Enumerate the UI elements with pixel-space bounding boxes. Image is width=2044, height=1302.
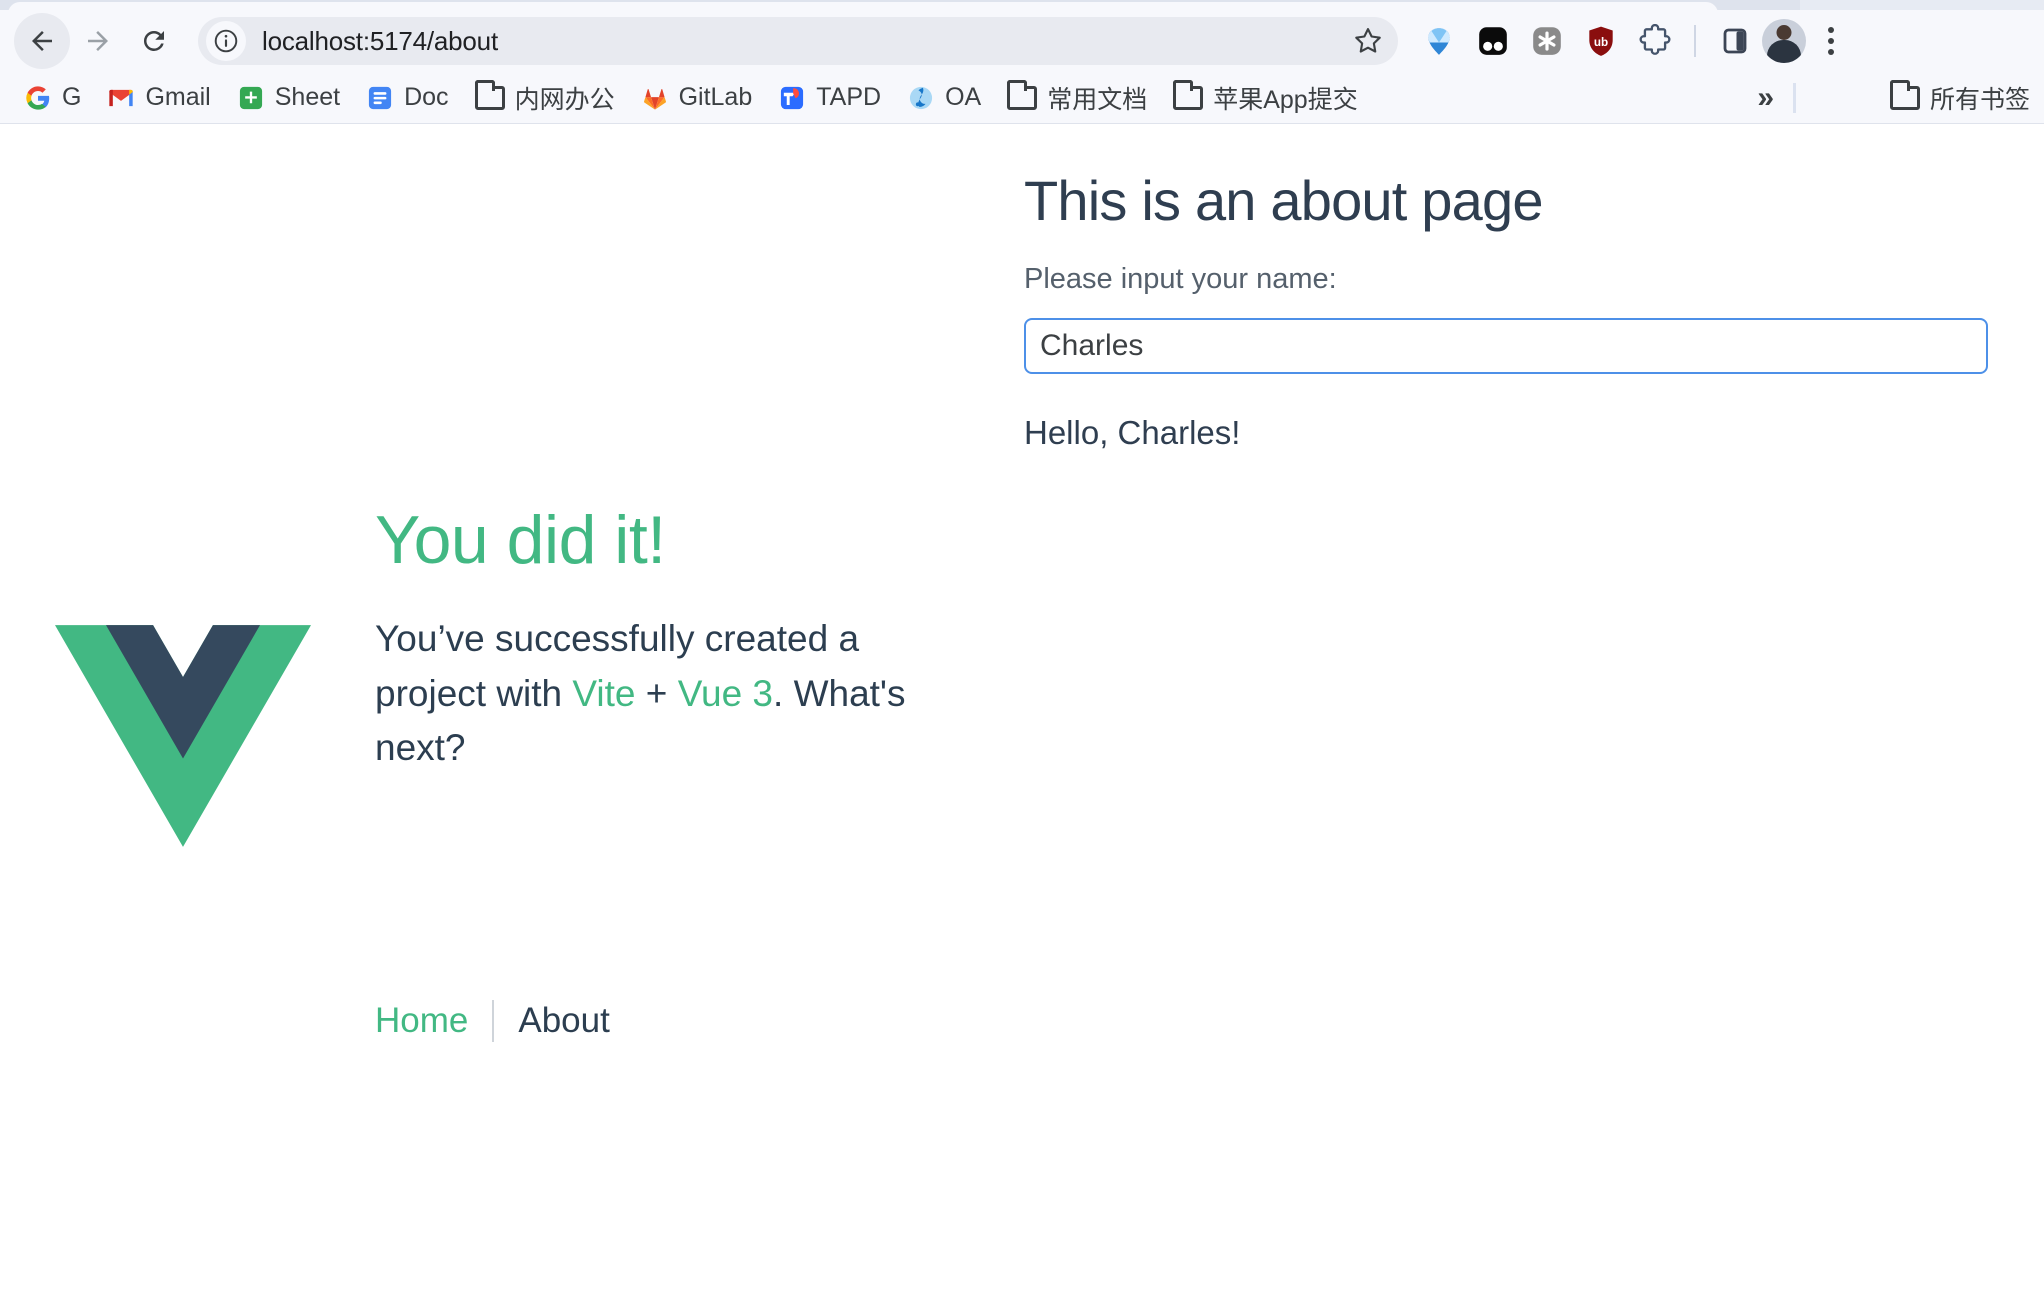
nav-link-home[interactable]: Home	[375, 1001, 492, 1041]
bookmark-label: TAPD	[816, 83, 882, 111]
bookmark-label: Doc	[404, 83, 449, 111]
bookmark-label: G	[62, 83, 82, 111]
bookmark-label: 常用文档	[1047, 85, 1148, 114]
two-dots-icon	[1479, 27, 1507, 55]
avatar-body	[1767, 40, 1801, 63]
bookmark-label: Gmail	[145, 83, 211, 111]
bookmark-label: Sheet	[274, 83, 341, 111]
bookmark-label: 内网办公	[514, 85, 615, 114]
kebab-dot	[1828, 49, 1834, 55]
bookmark-item-apple-app-submit-folder[interactable]: 苹果App提交	[1163, 74, 1367, 122]
vue3-link[interactable]: Vue 3	[678, 673, 773, 714]
site-info-button[interactable]	[206, 21, 246, 61]
vue-logo	[55, 625, 311, 847]
back-arrow-icon	[32, 31, 52, 51]
ublock-origin-shield-icon[interactable]: ub	[1574, 14, 1628, 68]
avatar-head	[1776, 25, 1792, 40]
about-column: This is an about page Please input your …	[1024, 125, 2044, 1302]
bookmark-item-oa[interactable]: OA	[897, 77, 991, 118]
site-nav: Home About	[375, 1000, 634, 1042]
name-field-label: Please input your name:	[1024, 262, 1337, 295]
bookmark-button[interactable]	[1344, 17, 1392, 65]
folder-icon	[1889, 79, 1920, 110]
bookmark-item-google[interactable]: G	[14, 77, 91, 118]
bookmark-item-doc[interactable]: Doc	[356, 77, 458, 118]
bookmark-item-gmail[interactable]: Gmail	[97, 77, 220, 118]
folder-icon	[1007, 79, 1038, 110]
greeting-text: Hello, Charles!	[1024, 413, 1241, 451]
tapd-icon	[781, 86, 804, 109]
nav-link-about[interactable]: About	[494, 1001, 633, 1041]
hero-heading: You did it!	[375, 502, 666, 578]
page-title: This is an about page	[1024, 169, 1543, 232]
kebab-dot	[1828, 38, 1834, 44]
blue-gem-icon	[1428, 28, 1450, 55]
puzzle-piece-icon	[1639, 24, 1671, 55]
bookmark-label: 苹果App提交	[1213, 85, 1358, 114]
all-bookmarks-label: 所有书签	[1929, 85, 2030, 114]
extensions-area: ub	[1412, 14, 1856, 68]
bookmarks-divider	[1793, 82, 1796, 113]
site-information-icon	[214, 29, 238, 53]
address-bar-url[interactable]: localhost:5174/about	[246, 26, 1344, 57]
hero-paragraph: You’ve successfully created a project wi…	[375, 612, 935, 775]
kebab-dot	[1828, 27, 1834, 33]
bookmark-item-sheet[interactable]: Sheet	[227, 77, 350, 118]
tab-strip	[0, 0, 2044, 10]
page-content: You did it! You’ve successfully created …	[0, 125, 2044, 1302]
bookmark-label: GitLab	[678, 83, 753, 111]
plus-sign: +	[635, 672, 678, 714]
bookmarks-bar: G Gmail Sheet Doc 内网办公 GitLab TAPD OA 常用…	[0, 72, 2044, 124]
black-rounded-square-extension-icon[interactable]	[1466, 14, 1520, 68]
toolbar-divider	[1694, 25, 1696, 57]
side-panel-glyph	[1723, 28, 1747, 54]
bookmarks-overflow-button[interactable]: »	[1757, 81, 1774, 115]
oa-icon	[909, 86, 933, 109]
bookmark-label: OA	[945, 83, 982, 111]
chrome-menu-button[interactable]	[1806, 14, 1856, 68]
extensions-puzzle-icon[interactable]	[1628, 14, 1682, 68]
asterisk-icon	[1533, 27, 1561, 55]
shield-icon: ub	[1589, 26, 1613, 56]
blue-gem-extension-icon[interactable]	[1412, 14, 1466, 68]
bookmark-item-intranet-folder[interactable]: 内网办公	[465, 74, 625, 122]
google-sheets-icon	[239, 86, 262, 109]
new-tab-button[interactable]	[1730, 4, 1790, 10]
bookmark-item-gitlab[interactable]: GitLab	[631, 77, 763, 118]
bookmark-item-tapd[interactable]: TAPD	[768, 77, 891, 118]
svg-text:ub: ub	[1594, 36, 1608, 49]
address-bar[interactable]: localhost:5174/about	[198, 17, 1398, 65]
side-panel-icon[interactable]	[1708, 14, 1762, 68]
gitlab-icon	[643, 88, 666, 110]
bookmark-item-common-docs-folder[interactable]: 常用文档	[997, 74, 1157, 122]
browser-window: localhost:5174/about ub G Gmail Sheet Do…	[0, 0, 2044, 1302]
vite-link[interactable]: Vite	[572, 673, 635, 714]
hero-text: You did it! You’ve successfully created …	[375, 502, 935, 776]
browser-tab[interactable]	[8, 2, 1718, 10]
name-input[interactable]	[1024, 317, 1988, 374]
folder-icon	[474, 79, 505, 110]
gmail-icon	[109, 89, 134, 106]
forward-button[interactable]	[70, 13, 126, 69]
back-button[interactable]	[14, 13, 70, 69]
reload-icon	[143, 30, 164, 51]
tab-strip-empty-area	[1800, 0, 2044, 10]
bookmark-star-icon	[1355, 28, 1381, 53]
profile-avatar[interactable]	[1762, 19, 1806, 63]
google-docs-icon	[369, 86, 392, 109]
browser-toolbar: localhost:5174/about ub	[0, 10, 2044, 72]
folder-icon	[1173, 79, 1204, 110]
reload-button[interactable]	[126, 13, 182, 69]
asterisk-extension-icon[interactable]	[1520, 14, 1574, 68]
welcome-column: You did it! You’ve successfully created …	[0, 125, 1024, 1302]
google-icon	[26, 85, 50, 110]
all-bookmarks-button[interactable]: 所有书签	[1889, 79, 2030, 116]
forward-arrow-icon	[88, 31, 108, 51]
